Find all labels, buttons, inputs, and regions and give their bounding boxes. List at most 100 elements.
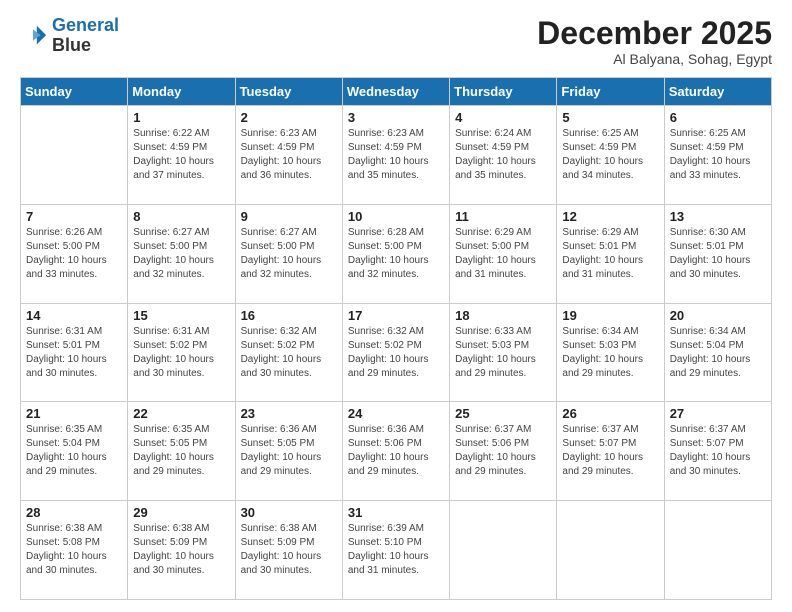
calendar-cell: 10Sunrise: 6:28 AMSunset: 5:00 PMDayligh…	[342, 204, 449, 303]
month-title: December 2025	[537, 16, 772, 51]
day-number: 19	[562, 308, 658, 323]
day-number: 21	[26, 406, 122, 421]
calendar-table: SundayMondayTuesdayWednesdayThursdayFrid…	[20, 77, 772, 600]
week-row-4: 21 Sunrise: 6:35 AMSunset: 5:04 PMDayligh…	[21, 402, 772, 501]
day-info: Sunrise: 6:37 AMSunset: 5:07 PMDaylight:…	[562, 423, 658, 479]
day-info: Sunrise: 6:37 AMSunset: 5:07 PMDaylight:…	[670, 423, 766, 479]
weekday-sunday: Sunday	[21, 78, 128, 106]
calendar-cell: 1Sunrise: 6:22 AMSunset: 4:59 PMDaylight…	[128, 106, 235, 205]
calendar-cell: 31Sunrise: 6:39 AMSunset: 5:10 PMDayligh…	[342, 501, 449, 600]
day-number: 20	[670, 308, 766, 323]
day-info: Sunrise: 6:32 AMSunset: 5:02 PMDaylight:…	[241, 325, 337, 381]
week-row-5: 28 Sunrise: 6:38 AMSunset: 5:08 PMDayligh…	[21, 501, 772, 600]
logo: General Blue	[20, 16, 119, 56]
weekday-friday: Friday	[557, 78, 664, 106]
calendar-cell: 23 Sunrise: 6:36 AMSunset: 5:05 PMDayligh…	[235, 402, 342, 501]
day-number: 7	[26, 209, 122, 224]
day-number: 15	[133, 308, 229, 323]
calendar-cell	[664, 501, 771, 600]
day-info: Sunrise: 6:38 AMSunset: 5:09 PMDaylight:…	[133, 522, 229, 578]
calendar-cell: 17 Sunrise: 6:32 AMSunset: 5:02 PMDayligh…	[342, 303, 449, 402]
day-info: Sunrise: 6:36 AMSunset: 5:06 PMDaylight:…	[348, 423, 444, 479]
calendar-cell: 3 Sunrise: 6:23 AMSunset: 4:59 PMDaylight…	[342, 106, 449, 205]
day-number: 3	[348, 110, 444, 125]
day-info: Sunrise: 6:31 AMSunset: 5:01 PMDaylight:…	[26, 325, 122, 381]
day-number: 24	[348, 406, 444, 421]
weekday-header-row: SundayMondayTuesdayWednesdayThursdayFrid…	[21, 78, 772, 106]
day-number: 17	[348, 308, 444, 323]
day-number: 8	[133, 209, 229, 224]
day-number: 26	[562, 406, 658, 421]
weekday-saturday: Saturday	[664, 78, 771, 106]
calendar-cell	[450, 501, 557, 600]
day-number: 18	[455, 308, 551, 323]
weekday-wednesday: Wednesday	[342, 78, 449, 106]
title-block: December 2025 Al Balyana, Sohag, Egypt	[537, 16, 772, 67]
day-number: 5	[562, 110, 658, 125]
week-row-2: 7 Sunrise: 6:26 AMSunset: 5:00 PMDaylight…	[21, 204, 772, 303]
calendar-cell: 27 Sunrise: 6:37 AMSunset: 5:07 PMDayligh…	[664, 402, 771, 501]
day-info: Sunrise: 6:25 AMSunset: 4:59 PMDaylight:…	[670, 127, 766, 183]
calendar-cell: 9 Sunrise: 6:27 AMSunset: 5:00 PMDaylight…	[235, 204, 342, 303]
day-number: 31	[348, 505, 444, 520]
page: General Blue December 2025 Al Balyana, S…	[0, 0, 792, 612]
day-number: 1	[133, 110, 229, 125]
day-info: Sunrise: 6:35 AMSunset: 5:04 PMDaylight:…	[26, 423, 122, 479]
day-info: Sunrise: 6:28 AMSunset: 5:00 PMDaylight:…	[348, 226, 444, 282]
day-number: 11	[455, 209, 551, 224]
calendar-cell: 30 Sunrise: 6:38 AMSunset: 5:09 PMDayligh…	[235, 501, 342, 600]
day-info: Sunrise: 6:24 AMSunset: 4:59 PMDaylight:…	[455, 127, 551, 183]
day-info: Sunrise: 6:38 AMSunset: 5:08 PMDaylight:…	[26, 522, 122, 578]
day-number: 9	[241, 209, 337, 224]
day-info: Sunrise: 6:23 AMSunset: 4:59 PMDaylight:…	[241, 127, 337, 183]
day-number: 12	[562, 209, 658, 224]
day-info: Sunrise: 6:33 AMSunset: 5:03 PMDaylight:…	[455, 325, 551, 381]
calendar-cell: 8 Sunrise: 6:27 AMSunset: 5:00 PMDaylight…	[128, 204, 235, 303]
day-number: 28	[26, 505, 122, 520]
calendar-cell: 5 Sunrise: 6:25 AMSunset: 4:59 PMDaylight…	[557, 106, 664, 205]
calendar-cell: 14 Sunrise: 6:31 AMSunset: 5:01 PMDayligh…	[21, 303, 128, 402]
day-info: Sunrise: 6:32 AMSunset: 5:02 PMDaylight:…	[348, 325, 444, 381]
calendar-cell: 12 Sunrise: 6:29 AMSunset: 5:01 PMDayligh…	[557, 204, 664, 303]
calendar-cell: 22 Sunrise: 6:35 AMSunset: 5:05 PMDayligh…	[128, 402, 235, 501]
calendar-cell: 25Sunrise: 6:37 AMSunset: 5:06 PMDayligh…	[450, 402, 557, 501]
calendar-cell: 24 Sunrise: 6:36 AMSunset: 5:06 PMDayligh…	[342, 402, 449, 501]
day-info: Sunrise: 6:35 AMSunset: 5:05 PMDaylight:…	[133, 423, 229, 479]
day-number: 29	[133, 505, 229, 520]
day-number: 22	[133, 406, 229, 421]
calendar-cell: 18 Sunrise: 6:33 AMSunset: 5:03 PMDayligh…	[450, 303, 557, 402]
day-info: Sunrise: 6:23 AMSunset: 4:59 PMDaylight:…	[348, 127, 444, 183]
calendar-cell: 20Sunrise: 6:34 AMSunset: 5:04 PMDayligh…	[664, 303, 771, 402]
calendar-cell: 15 Sunrise: 6:31 AMSunset: 5:02 PMDayligh…	[128, 303, 235, 402]
day-info: Sunrise: 6:36 AMSunset: 5:05 PMDaylight:…	[241, 423, 337, 479]
calendar-cell: 7 Sunrise: 6:26 AMSunset: 5:00 PMDaylight…	[21, 204, 128, 303]
day-number: 16	[241, 308, 337, 323]
day-number: 23	[241, 406, 337, 421]
day-number: 14	[26, 308, 122, 323]
day-info: Sunrise: 6:31 AMSunset: 5:02 PMDaylight:…	[133, 325, 229, 381]
calendar-cell: 13 Sunrise: 6:30 AMSunset: 5:01 PMDayligh…	[664, 204, 771, 303]
day-info: Sunrise: 6:27 AMSunset: 5:00 PMDaylight:…	[133, 226, 229, 282]
day-number: 27	[670, 406, 766, 421]
week-row-1: 1Sunrise: 6:22 AMSunset: 4:59 PMDaylight…	[21, 106, 772, 205]
day-number: 30	[241, 505, 337, 520]
day-info: Sunrise: 6:29 AMSunset: 5:01 PMDaylight:…	[562, 226, 658, 282]
calendar-cell: 26 Sunrise: 6:37 AMSunset: 5:07 PMDayligh…	[557, 402, 664, 501]
calendar-cell: 19Sunrise: 6:34 AMSunset: 5:03 PMDayligh…	[557, 303, 664, 402]
calendar-cell: 21 Sunrise: 6:35 AMSunset: 5:04 PMDayligh…	[21, 402, 128, 501]
day-number: 6	[670, 110, 766, 125]
calendar-cell: 29 Sunrise: 6:38 AMSunset: 5:09 PMDayligh…	[128, 501, 235, 600]
day-info: Sunrise: 6:30 AMSunset: 5:01 PMDaylight:…	[670, 226, 766, 282]
day-number: 2	[241, 110, 337, 125]
header: General Blue December 2025 Al Balyana, S…	[20, 16, 772, 67]
day-info: Sunrise: 6:27 AMSunset: 5:00 PMDaylight:…	[241, 226, 337, 282]
calendar-cell: 11 Sunrise: 6:29 AMSunset: 5:00 PMDayligh…	[450, 204, 557, 303]
day-info: Sunrise: 6:29 AMSunset: 5:00 PMDaylight:…	[455, 226, 551, 282]
calendar-cell: 6 Sunrise: 6:25 AMSunset: 4:59 PMDaylight…	[664, 106, 771, 205]
day-info: Sunrise: 6:26 AMSunset: 5:00 PMDaylight:…	[26, 226, 122, 282]
logo-text: General Blue	[52, 16, 119, 56]
day-number: 13	[670, 209, 766, 224]
day-info: Sunrise: 6:38 AMSunset: 5:09 PMDaylight:…	[241, 522, 337, 578]
day-info: Sunrise: 6:25 AMSunset: 4:59 PMDaylight:…	[562, 127, 658, 183]
logo-icon	[20, 22, 48, 50]
